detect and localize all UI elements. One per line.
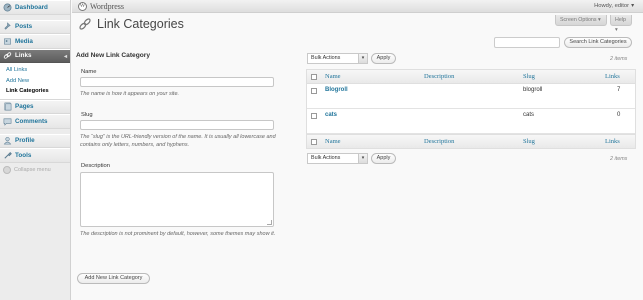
menu-comments[interactable]: Comments [0,114,70,129]
select-all-checkbox[interactable] [311,74,317,80]
howdy-text: Howdy, editor [594,3,630,9]
media-icon [4,38,11,45]
menu-tools[interactable]: Tools [0,148,70,163]
menu-dashboard-label: Dashboard [15,3,48,11]
slug-description: The “slug” is the URL-friendly version o… [80,134,276,148]
menu-pages-label: Pages [15,103,34,111]
collapse-menu-label: Collapse menu [14,166,51,173]
link-icon [3,52,12,59]
admin-header: W Wordpress Howdy, editor ▾ [72,0,643,13]
caret-down-icon: ▾ [598,17,601,23]
column-slug[interactable]: Slug [523,73,535,80]
caret-down-icon: ▾ [631,3,634,9]
column-name[interactable]: Name [325,73,341,80]
links-submenu: All Links Add New Link Categories [0,63,70,100]
bulk-actions-label: Bulk Actions [311,155,341,161]
menu-arrow-icon: ◂ [63,53,67,60]
comments-icon [3,118,12,126]
row-links-count[interactable]: 7 [617,87,620,93]
menu-posts-label: Posts [15,23,33,31]
admin-sidebar: Dashboard Posts Media Links ◂ All Links … [0,0,71,300]
user-menu[interactable]: Howdy, editor ▾ [594,3,634,9]
screen-options-button[interactable]: Screen Options ▾ [555,15,607,26]
row-slug: blogroll [523,87,543,93]
row-checkbox[interactable] [311,88,317,94]
table-row: cats cats 0 [307,109,635,134]
menu-profile-label: Profile [15,137,35,145]
name-field[interactable] [80,77,274,87]
column-links-footer[interactable]: Links [605,138,620,145]
dropdown-arrow-icon: ▾ [358,54,367,63]
add-link-category-form: Add New Link Category Name The name is h… [76,52,286,238]
site-title[interactable]: W Wordpress [78,2,124,11]
bulk-actions-select-top[interactable]: Bulk Actions ▾ [307,53,368,64]
menu-media-label: Media [15,37,33,45]
name-description: The name is how it appears on your site. [80,91,180,97]
column-description[interactable]: Description [424,73,454,80]
submenu-add-new[interactable]: Add New [0,76,70,87]
menu-tools-label: Tools [15,151,32,159]
menu-dashboard[interactable]: Dashboard [0,0,70,15]
description-label: Description [81,163,110,169]
description-field[interactable] [80,172,274,227]
menu-comments-label: Comments [15,117,48,125]
pin-icon [4,22,11,30]
column-links[interactable]: Links [605,73,620,80]
table-row: Blogroll blogroll 7 [307,84,635,109]
items-count-bottom: 2 items [610,156,628,162]
link-categories-icon [79,18,91,30]
apply-button-bottom[interactable]: Apply [371,153,396,164]
column-description-footer[interactable]: Description [424,138,454,145]
menu-media[interactable]: Media [0,34,70,49]
caret-down-icon: ▾ [615,27,618,33]
description-description: The description is not prominent by defa… [80,231,276,237]
search-link-categories-button[interactable]: Search Link Categories [564,37,632,48]
row-name-link[interactable]: cats [325,112,337,118]
help-label: Help [615,17,626,23]
column-name-footer[interactable]: Name [325,138,341,145]
help-button[interactable]: Help ▾ [610,15,632,33]
dashboard-icon [3,3,12,12]
items-count-top: 2 items [610,56,628,62]
menu-pages[interactable]: Pages [0,99,70,114]
screen-options-label: Screen Options [560,17,597,23]
pages-icon [4,102,12,111]
menu-links[interactable]: Links ◂ [0,48,70,63]
wordpress-logo-icon: W [78,2,87,11]
submenu-link-categories[interactable]: Link Categories [0,86,70,97]
row-links-count[interactable]: 0 [617,112,620,118]
table-footer-row: Name Description Slug Links [307,134,635,148]
bulk-actions-label: Bulk Actions [311,55,341,61]
user-icon [3,137,12,145]
select-all-checkbox-footer[interactable] [311,139,317,145]
search-input[interactable] [494,37,560,48]
link-categories-table: Name Description Slug Links Blogroll blo… [306,69,636,149]
menu-profile[interactable]: Profile [0,133,70,148]
submenu-all-links[interactable]: All Links [0,65,70,76]
row-checkbox[interactable] [311,113,317,119]
bulk-actions-select-bottom[interactable]: Bulk Actions ▾ [307,153,368,164]
collapse-menu-button[interactable]: Collapse menu [0,163,70,177]
row-name-link[interactable]: Blogroll [325,87,348,93]
column-slug-footer[interactable]: Slug [523,138,535,145]
page-title: Link Categories [97,17,184,31]
tools-icon [4,151,12,159]
slug-label: Slug [81,112,93,118]
dropdown-arrow-icon: ▾ [358,154,367,163]
collapse-icon [3,165,11,174]
name-label: Name [81,69,97,75]
page-title-area: Link Categories [78,17,184,31]
slug-field[interactable] [80,120,274,130]
table-header-row: Name Description Slug Links [307,70,635,84]
add-new-link-category-button[interactable]: Add New Link Category [77,273,150,284]
menu-links-label: Links [15,52,32,60]
site-title-text: Wordpress [90,2,125,11]
form-heading: Add New Link Category [76,52,151,59]
row-slug: cats [523,112,535,118]
apply-button-top[interactable]: Apply [371,53,396,64]
menu-posts[interactable]: Posts [0,19,70,34]
